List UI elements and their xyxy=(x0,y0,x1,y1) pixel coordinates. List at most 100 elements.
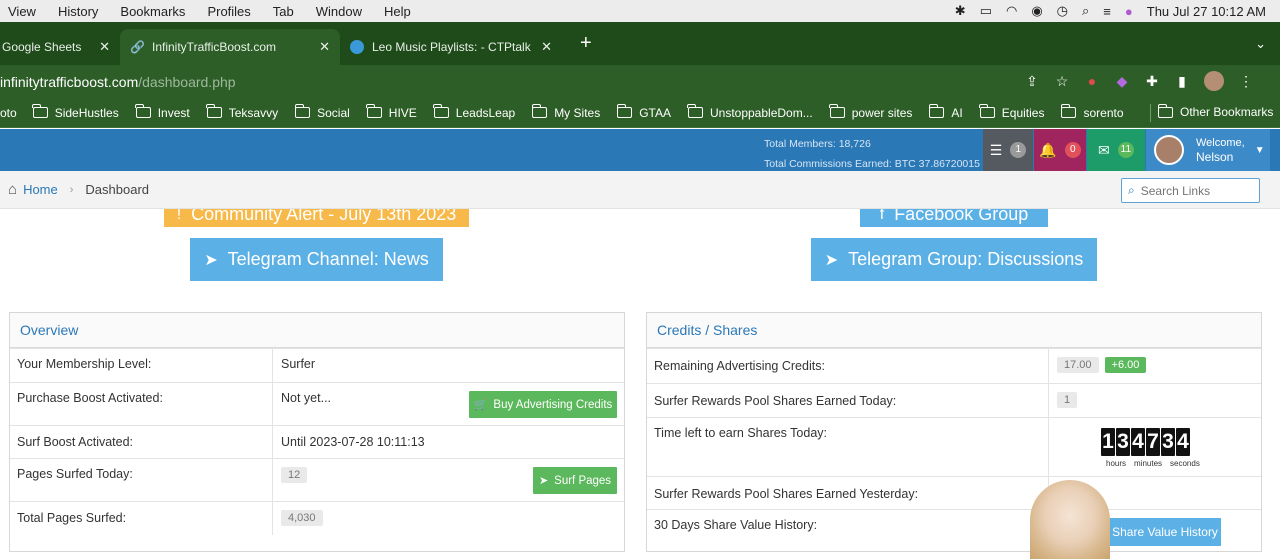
welcome-label: Welcome, xyxy=(1196,136,1245,149)
close-icon[interactable]: ✕ xyxy=(319,39,330,55)
kebab-menu-icon[interactable]: ⋮ xyxy=(1238,73,1254,89)
menu-window[interactable]: Window xyxy=(316,4,362,19)
menubar-clock[interactable]: Thu Jul 27 10:12 AM xyxy=(1147,4,1266,19)
timemachine-icon[interactable]: ◷ xyxy=(1057,3,1068,19)
table-row: Remaining Advertising Credits: 17.00 +6.0… xyxy=(647,348,1261,383)
ctp-favicon-icon xyxy=(350,40,364,54)
avatar xyxy=(1154,135,1184,165)
bookmark-invest[interactable]: Invest xyxy=(135,104,190,120)
menu-help[interactable]: Help xyxy=(384,4,411,19)
buy-advertising-credits-button[interactable]: 🛒 Buy Advertising Credits xyxy=(469,391,617,418)
timer-hours-tens: 1 xyxy=(1101,428,1115,456)
folder-icon xyxy=(616,104,633,118)
bluetooth-icon[interactable]: ✱ xyxy=(955,3,966,19)
bookmark-my-sites[interactable]: My Sites xyxy=(531,104,600,120)
control-center-icon[interactable]: ≡ xyxy=(1103,4,1111,19)
siri-icon[interactable]: ● xyxy=(1125,4,1133,19)
folder-icon xyxy=(979,104,995,118)
bell-icon: 🔔 xyxy=(1039,141,1057,158)
bookmark-social[interactable]: Social xyxy=(294,104,350,120)
nav-list-button[interactable]: ☰ 1 xyxy=(983,129,1033,171)
telegram-group-button[interactable]: ➤ Telegram Group: Discussions xyxy=(811,238,1097,281)
credits-bonus-badge: +6.00 xyxy=(1104,357,1147,373)
facebook-icon: f xyxy=(879,209,885,223)
nav-notifications-button[interactable]: 🔔 0 xyxy=(1034,129,1086,171)
facebook-group-button[interactable]: f Facebook Group xyxy=(860,209,1048,227)
share-value-history-button[interactable]: ▮ Share Value History xyxy=(1097,518,1221,546)
table-row: Surf Boost Activated: Until 2023-07-28 1… xyxy=(10,425,624,458)
share-icon[interactable]: ⇪ xyxy=(1024,73,1040,89)
star-icon[interactable]: ☆ xyxy=(1054,73,1070,89)
close-icon[interactable]: ✕ xyxy=(99,39,110,55)
tab-infinitytrafficboost[interactable]: 🔗 InfinityTrafficBoost.com ✕ xyxy=(120,29,340,65)
overview-title: Overview xyxy=(10,313,624,348)
folder-icon xyxy=(135,104,151,118)
user-name: Nelson xyxy=(1196,149,1234,164)
breadcrumb-home[interactable]: Home xyxy=(23,182,58,197)
community-alert-button[interactable]: ! Community Alert - July 13th 2023 xyxy=(164,209,469,227)
breadcrumb: ⌂ Home › Dashboard xyxy=(8,181,149,198)
total-members: Total Members: 18,726 xyxy=(764,138,871,150)
tab-google-sheets[interactable]: Google Sheets ✕ xyxy=(0,29,120,65)
sidebar-icon[interactable]: ▮ xyxy=(1174,73,1190,89)
bookmark-gtaa[interactable]: GTAA xyxy=(616,104,671,120)
bookmark-unstoppable[interactable]: UnstoppableDom... xyxy=(687,104,813,120)
search-box[interactable]: ⌕ xyxy=(1121,178,1260,203)
breadcrumb-bar: ⌂ Home › Dashboard ⌕ xyxy=(0,171,1280,209)
new-tab-icon[interactable]: + xyxy=(580,32,592,55)
menu-view[interactable]: View xyxy=(8,4,36,19)
site-totals: Total Members: 18,726 Total Commissions … xyxy=(764,134,980,174)
table-row: Purchase Boost Activated: Not yet... 🛒 B… xyxy=(10,382,624,425)
row-label: Total Pages Surfed: xyxy=(17,511,127,525)
row-label: Pages Surfed Today: xyxy=(17,467,133,481)
menu-profiles[interactable]: Profiles xyxy=(207,4,250,19)
row-label: Time left to earn Shares Today: xyxy=(654,426,828,440)
bookmark-teksavvy[interactable]: Teksavvy xyxy=(206,104,278,120)
tab-leo-music[interactable]: Leo Music Playlists: - CTPtalk ✕ xyxy=(340,29,562,65)
spotlight-icon[interactable]: ⌕ xyxy=(1082,3,1089,19)
bookmark-leadsleap[interactable]: LeadsLeap xyxy=(433,104,515,120)
bookmark-sidehustles[interactable]: SideHustles xyxy=(32,104,119,120)
bookmark-oto[interactable]: oto xyxy=(0,106,17,120)
nav-messages-button[interactable]: ✉ 11 xyxy=(1087,129,1145,171)
membership-level: Surfer xyxy=(281,357,316,371)
cart-icon: 🛒 xyxy=(473,399,488,411)
bookmark-ai[interactable]: AI xyxy=(928,104,963,120)
search-input[interactable] xyxy=(1140,183,1246,198)
credits-shares-panel: Credits / Shares Remaining Advertising C… xyxy=(646,312,1262,553)
bookmark-hive[interactable]: HIVE xyxy=(366,104,417,120)
extension-red-icon[interactable]: ● xyxy=(1084,73,1100,89)
row-label: Purchase Boost Activated: xyxy=(17,391,163,405)
url-field[interactable]: infinitytrafficboost.com/dashboard.php xyxy=(0,74,236,90)
table-row: Time left to earn Shares Today: 1 3 4 7 … xyxy=(647,417,1261,476)
surf-pages-button[interactable]: ➤ Surf Pages xyxy=(533,467,617,494)
row-label: Surfer Rewards Pool Shares Earned Today: xyxy=(654,394,897,408)
profile-avatar[interactable] xyxy=(1204,71,1224,91)
user-menu[interactable]: Welcome, Nelson ▼ xyxy=(1146,129,1270,171)
caret-down-icon: ▼ xyxy=(1254,144,1265,156)
wifi-icon[interactable]: ◠ xyxy=(1006,3,1017,19)
bookmark-equities[interactable]: Equities xyxy=(979,104,1044,120)
bookmarks-bar: oto SideHustles Invest Teksavvy Social H… xyxy=(0,98,1280,128)
menu-bookmarks[interactable]: Bookmarks xyxy=(120,4,185,19)
bookmark-other[interactable]: Other Bookmarks xyxy=(1157,103,1273,119)
timer-labels: hours minutes seconds xyxy=(1106,459,1200,468)
bookmark-power-sites[interactable]: power sites xyxy=(829,104,912,120)
extension-purple-icon[interactable]: ◆ xyxy=(1114,73,1130,89)
bookmark-sorento[interactable]: sorento xyxy=(1060,104,1124,120)
user-icon[interactable]: ◉ xyxy=(1031,3,1042,19)
telegram-channel-button[interactable]: ➤ Telegram Channel: News xyxy=(190,238,443,281)
paper-plane-icon: ➤ xyxy=(538,475,549,487)
table-row: Total Pages Surfed: 4,030 xyxy=(10,501,624,535)
close-icon[interactable]: ✕ xyxy=(541,39,552,55)
menu-tab[interactable]: Tab xyxy=(273,4,294,19)
table-row: Your Membership Level: Surfer xyxy=(10,348,624,382)
puzzle-icon[interactable]: ✚ xyxy=(1144,73,1160,89)
menu-history[interactable]: History xyxy=(58,4,98,19)
chevron-down-icon[interactable]: ⌄ xyxy=(1255,36,1266,52)
folder-icon xyxy=(366,104,382,118)
home-icon[interactable]: ⌂ xyxy=(8,181,17,198)
battery-icon[interactable]: ▭ xyxy=(980,3,992,19)
search-icon: ⌕ xyxy=(1128,183,1135,197)
webcam-avatar-overlay xyxy=(1030,480,1110,559)
